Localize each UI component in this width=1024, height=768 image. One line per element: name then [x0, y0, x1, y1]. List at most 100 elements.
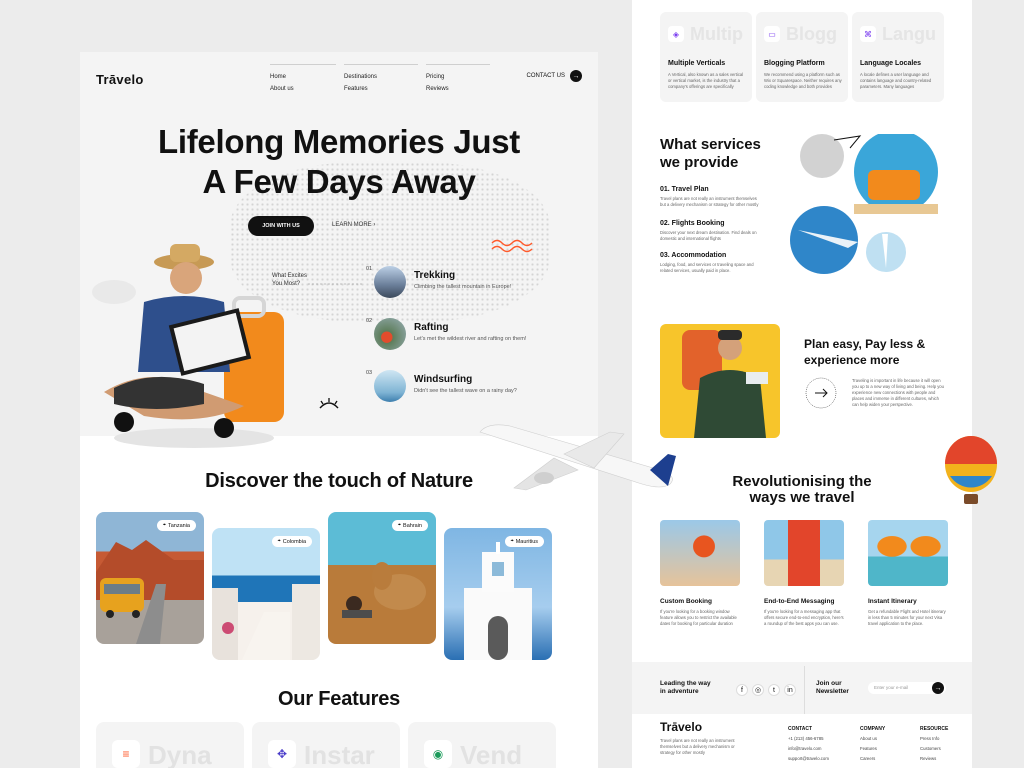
footer-phone[interactable]: +1 (213) 456-6785 [788, 734, 829, 744]
activity-num: 01 [366, 266, 373, 272]
rev-title-line-1: Revolutionising the [732, 473, 872, 490]
nav-col-3: Pricing Reviews [426, 64, 490, 95]
footer-divider [804, 666, 805, 714]
linkedin-icon[interactable]: in [784, 684, 796, 696]
facebook-icon[interactable]: f [736, 684, 748, 696]
footer-link[interactable]: Customers [920, 744, 948, 754]
twitter-icon[interactable]: t [768, 684, 780, 696]
service-desc: Lodging, food, and services or traveling… [660, 262, 754, 273]
activity-title: Trekking [414, 270, 456, 281]
hero-section: Trāvelo Home About us Destinations Featu… [80, 52, 598, 448]
service-desc: Travel plans are not really an instrumen… [660, 196, 759, 207]
vertical-title: Blogging Platform [764, 60, 825, 67]
tanzania-photo [96, 540, 204, 644]
vertical-card-2[interactable]: ▭ Blogg Blogging Platform We recommend u… [756, 12, 848, 102]
rev-desc: If you're looking for a messaging app th… [764, 609, 844, 626]
join-with-us-button[interactable]: JOIN WITH US [248, 216, 314, 236]
activity-num: 02 [366, 318, 373, 324]
activity-rafting[interactable]: 02 Rafting Let's met the wildest river a… [366, 318, 566, 352]
contact-us-button[interactable]: CONTACT US → [527, 70, 582, 82]
nav-pricing[interactable]: Pricing [426, 71, 490, 83]
move-arrows-icon: ✥ [268, 740, 296, 768]
service-title: 02. Flights Booking [660, 220, 725, 227]
hero-title: Lifelong Memories Just A Few Days Away [80, 122, 598, 202]
contact-label: CONTACT US [526, 73, 565, 79]
feature-card-1[interactable]: ≡ Dyna [96, 722, 244, 768]
activity-windsurfing[interactable]: 03 Windsurfing Didn't see the tallest wa… [366, 370, 566, 404]
location-pill: ⌖ Tanzania [156, 520, 196, 531]
feature-card-2[interactable]: ✥ Instar [252, 722, 400, 768]
location-name: Tanzania [167, 522, 190, 529]
instagram-icon[interactable]: ◎ [752, 684, 764, 696]
rev-item-custom-booking[interactable]: Custom Booking If you're looking for a b… [660, 520, 740, 627]
plan-title-line-1: Plan easy, Pay less & [804, 337, 926, 351]
services-title: What services we provide [660, 136, 761, 172]
pin-icon: ⌖ [162, 522, 166, 528]
service-accommodation[interactable]: 03. Accommodation Lodging, food, and ser… [660, 252, 760, 274]
services-title-line-1: What services [660, 136, 761, 153]
footer-resource: RESOURCE Press Info Customers Reviews [920, 724, 948, 764]
footer-link[interactable]: Press Info [920, 734, 948, 744]
rotating-badge-icon [805, 377, 837, 409]
service-flights-booking[interactable]: 02. Flights Booking Discover your next d… [660, 220, 760, 242]
service-travel-plan[interactable]: 01. Travel Plan Travel plans are not rea… [660, 186, 760, 208]
pin-icon: ⌖ [510, 538, 514, 544]
nav-col-2: Destinations Features [344, 64, 418, 95]
feature-ghost-text: Dyna [148, 740, 212, 768]
leading-line-2: in adventure [660, 688, 699, 695]
command-icon: ⌘ [860, 26, 876, 42]
footer-link[interactable]: About us [860, 734, 885, 744]
learn-more-link[interactable]: LEARN MORE › [332, 222, 375, 228]
nav-about[interactable]: About us [270, 83, 336, 95]
beach-umbrellas-photo [868, 520, 948, 586]
nav-reviews[interactable]: Reviews [426, 83, 490, 95]
vertical-desc: A Vertical, also known as a sales vertic… [668, 72, 744, 89]
newsletter-submit-button[interactable]: → [932, 682, 944, 694]
landing-page-left: Trāvelo Home About us Destinations Featu… [80, 52, 598, 768]
location-target-icon: ◉ [424, 740, 452, 768]
footer-support[interactable]: support@travelo.com [788, 754, 829, 764]
rev-item-itinerary[interactable]: Instant Itinerary Get a refundable Fligh… [868, 520, 948, 627]
footer-company: COMPANY About us Features Careers [860, 724, 885, 764]
footer-heading: COMPANY [860, 726, 886, 732]
nav-destinations[interactable]: Destinations [344, 71, 418, 83]
services-title-line-2: we provide [660, 154, 739, 171]
trekking-thumb [374, 266, 406, 298]
plan-desc: Traveling is important in life because i… [852, 378, 944, 407]
destination-card-colombia[interactable]: ⌖ Colombia [212, 528, 320, 660]
hero-title-line-1: Lifelong Memories Just [158, 123, 520, 160]
feature-card-3[interactable]: ◉ Vend [408, 722, 556, 768]
service-desc: Discover your next dream destination. Fi… [660, 230, 757, 241]
wave-squiggle-icon [491, 239, 533, 253]
footer-heading: CONTACT [788, 726, 813, 732]
feature-ghost-text: Instar [304, 740, 375, 768]
destination-card-tanzania[interactable]: ⌖ Tanzania [96, 512, 204, 644]
footer-email[interactable]: info@travelo.com [788, 744, 829, 754]
location-pill: ⌖ Colombia [271, 536, 312, 547]
activity-desc: Climbing the tallest mountain in Europe! [414, 284, 512, 290]
vertical-card-3[interactable]: ⌘ Langu Language Locales A locale define… [852, 12, 944, 102]
rev-item-messaging[interactable]: End-to-End Messaging If you're looking f… [764, 520, 844, 627]
leading-line-1: Leading the way [660, 680, 711, 687]
destination-card-mauritius[interactable]: ⌖ Mauritius [444, 528, 552, 660]
hero-title-line-2: A Few Days Away [202, 163, 476, 200]
footer: Leading the way in adventure f ◎ t in Jo… [632, 662, 972, 768]
activity-trekking[interactable]: 01 Trekking Climbing the tallest mountai… [366, 266, 566, 300]
footer-logo[interactable]: Trāvelo [660, 720, 702, 734]
video-icon: ▭ [764, 26, 780, 42]
vertical-desc: We recommend using a platform such as Wi… [764, 72, 842, 89]
destination-card-bahrain[interactable]: ⌖ Bahrain [328, 512, 436, 644]
footer-link[interactable]: Careers [860, 754, 885, 764]
footer-about: Travel plans are not really an instrumen… [660, 738, 735, 755]
nav-features[interactable]: Features [344, 83, 418, 95]
activity-desc: Let's met the wildest river and rafting … [414, 336, 527, 342]
vertical-card-1[interactable]: ◈ Multip Multiple Verticals A Vertical, … [660, 12, 752, 102]
nav-home[interactable]: Home [270, 71, 336, 83]
traveller-photo [92, 244, 284, 448]
nav-col-1: Home About us [270, 64, 336, 95]
feature-ghost-text: Vend [460, 740, 523, 768]
logo[interactable]: Trāvelo [96, 72, 144, 87]
vertical-desc: A locale defines a user language and con… [860, 72, 932, 89]
footer-link[interactable]: Reviews [920, 754, 948, 764]
footer-link[interactable]: Features [860, 744, 885, 754]
